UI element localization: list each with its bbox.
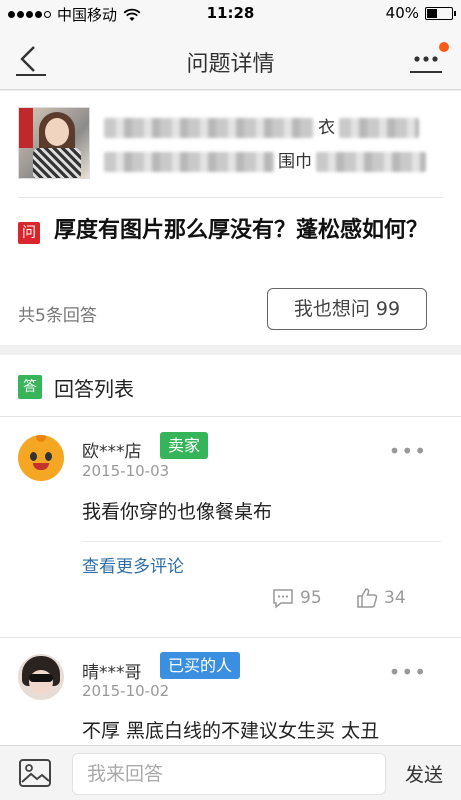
status-bar: 中国移动 11:28 40%	[0, 0, 461, 28]
more-dots-icon[interactable]: •••	[389, 660, 427, 684]
comment-icon	[273, 589, 293, 609]
comment-count: 95	[300, 588, 322, 608]
battery-fill	[427, 8, 438, 18]
notification-dot	[439, 42, 449, 52]
answer-badge: 答	[18, 375, 42, 399]
answer-item: 晴***哥 已买的人 2015-10-02 ••• 不厚 黑底白线的不建议女生买…	[0, 638, 461, 745]
avatar[interactable]	[18, 654, 64, 700]
answer-list-title: 回答列表	[54, 377, 134, 401]
answer-date: 2015-10-03	[82, 462, 170, 480]
divider	[82, 541, 441, 542]
product-title: 衣 围巾	[104, 111, 443, 179]
avatar[interactable]	[18, 435, 64, 481]
battery-percent: 40%	[385, 4, 419, 22]
ask-too-button[interactable]: 我也想问 99	[267, 288, 427, 330]
like-count: 34	[384, 588, 406, 608]
more-comments-link[interactable]: 查看更多评论	[82, 552, 184, 577]
divider	[18, 197, 443, 198]
answer-list: 答 回答列表 欧***店 卖家 2015-10-03 ••• 我看你穿的也像餐桌…	[0, 355, 461, 745]
user-name[interactable]: 欧***店	[82, 437, 142, 462]
buyer-badge: 已买的人	[160, 652, 241, 679]
answer-date: 2015-10-02	[82, 682, 170, 700]
question-badge: 问	[18, 222, 40, 244]
product-summary[interactable]: 衣 围巾	[18, 107, 443, 183]
answer-text: 我看你穿的也像餐桌布	[82, 501, 273, 523]
answer-list-header: 答 回答列表	[0, 355, 461, 417]
product-title-fragment-2: 围巾	[278, 152, 312, 172]
answer-item: 欧***店 卖家 2015-10-03 ••• 我看你穿的也像餐桌布 查看更多评…	[0, 417, 461, 637]
answer-count: 共5条回答	[18, 306, 97, 326]
send-button[interactable]: 发送	[405, 760, 443, 787]
comment-stat[interactable]: 95	[272, 587, 322, 609]
battery-icon	[425, 6, 456, 20]
question-text: 厚度有图片那么厚没有？蓬松感如何？	[54, 218, 429, 243]
status-right: 40%	[385, 4, 456, 22]
reply-input[interactable]	[72, 753, 386, 795]
user-name[interactable]: 晴***哥	[82, 658, 142, 683]
more-dots-icon[interactable]	[409, 44, 443, 74]
page-title: 问题详情	[186, 52, 275, 77]
product-title-fragment: 衣	[318, 118, 335, 138]
nav-bar: 问题详情	[0, 28, 461, 90]
question-card: 衣 围巾 问 厚度有图片那么厚没有？蓬松感如何？ 共5条回答 我也想问 99	[0, 91, 461, 345]
more-dots-icon[interactable]: •••	[389, 439, 427, 463]
like-stat[interactable]: 34	[356, 587, 406, 609]
answer-text: 不厚 黑底白线的不建议女生买 太丑	[82, 720, 380, 742]
thumbs-up-icon	[357, 588, 378, 608]
seller-badge: 卖家	[160, 432, 209, 459]
image-icon[interactable]	[18, 757, 52, 789]
product-thumbnail[interactable]	[18, 107, 90, 179]
reply-bar: 发送	[0, 745, 461, 800]
